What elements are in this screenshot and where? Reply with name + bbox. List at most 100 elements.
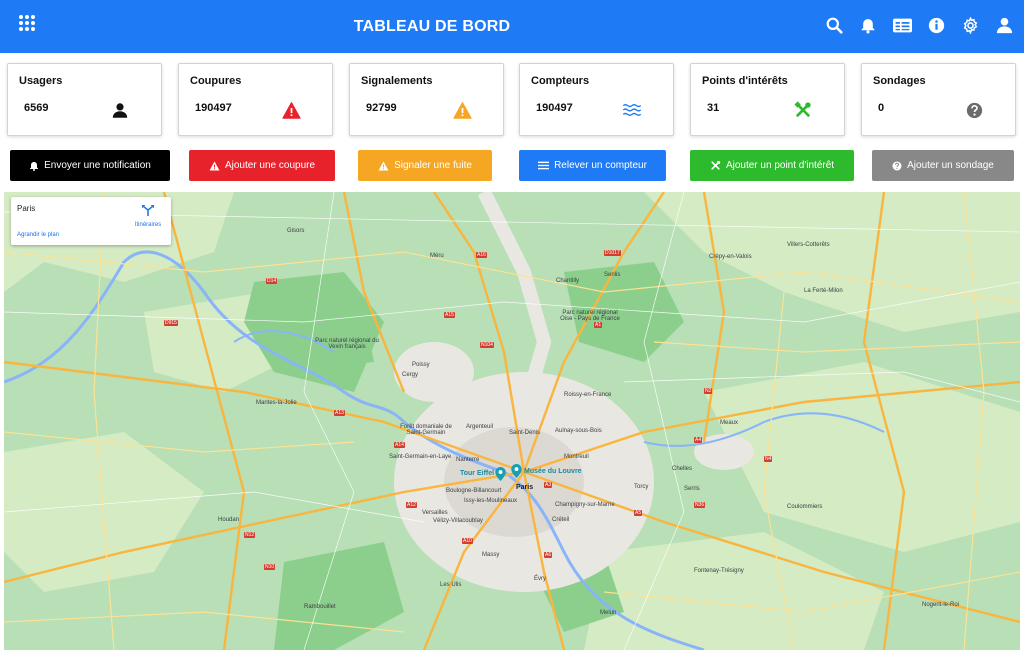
button-label: Relever un compteur — [554, 160, 647, 171]
bars-icon — [538, 161, 550, 170]
map-base — [4, 192, 1020, 650]
map-label: Argenteuil — [466, 424, 494, 430]
tools-icon — [711, 160, 721, 170]
stat-label: Sondages — [873, 75, 926, 87]
road-badge: A15 — [444, 312, 455, 318]
search-icon[interactable] — [824, 15, 844, 35]
road-badge: N10 — [264, 564, 276, 570]
button-label: Signaler une fuite — [394, 160, 472, 171]
apps-grid-icon[interactable] — [19, 15, 35, 31]
road-badge: A1 — [594, 322, 603, 328]
bell-icon[interactable] — [858, 15, 878, 35]
question-icon — [964, 100, 984, 120]
gear-icon[interactable] — [960, 15, 980, 35]
warning-icon — [281, 100, 301, 120]
map-pin-label: Musée du Louvre — [524, 468, 582, 475]
stat-label: Points d'intérêts — [702, 75, 788, 87]
stat-value: 31 — [707, 102, 720, 114]
stat-value: 0 — [878, 102, 885, 114]
road-badge: A12 — [406, 502, 417, 508]
map-label: Parc naturel régional Oise - Pays de Fra… — [560, 310, 620, 322]
map-place-card: Paris Itinéraires Agrandir le plan — [11, 197, 171, 245]
directions-button[interactable]: Itinéraires — [131, 203, 165, 228]
road-badge: A3 — [544, 482, 553, 488]
stat-card-compteurs: Compteurs 190497 — [519, 63, 674, 136]
road-badge: A5 — [634, 510, 643, 516]
road-badge: A13 — [334, 410, 345, 416]
map-label: Boulogne-Billancourt — [446, 488, 502, 494]
info-icon[interactable] — [926, 15, 946, 35]
map-view[interactable]: Paris Argenteuil Saint-Denis Nanterre Bo… — [4, 192, 1020, 650]
map-label: Serris — [684, 486, 700, 492]
map-label: Champigny-sur-Marne — [555, 502, 615, 508]
map-label: Les Ulis — [440, 582, 462, 588]
road-badge: D915 — [164, 320, 178, 326]
map-pin-louvre[interactable] — [511, 464, 522, 483]
road-badge: A6 — [544, 552, 553, 558]
header-actions — [824, 15, 1014, 35]
road-badge: A14 — [394, 442, 405, 448]
map-label: Parc naturel régional du Vexin français — [315, 338, 379, 350]
map-label: Paris — [516, 484, 534, 491]
stat-card-sondages: Sondages 0 — [861, 63, 1016, 136]
map-pin-label: Tour Eiffel — [460, 470, 495, 477]
map-label: Créteil — [552, 517, 570, 523]
enlarge-map-link[interactable]: Agrandir le plan — [17, 232, 59, 238]
map-label: Fontenay-Trésigny — [694, 568, 744, 574]
map-label: Forêt domaniale de Saint-Germain — [400, 424, 452, 436]
stat-value: 6569 — [24, 102, 49, 114]
map-label: Gisors — [287, 228, 305, 234]
road-badge: N12 — [244, 532, 256, 538]
map-label: Villers-Cotterêts — [787, 242, 830, 248]
map-label: Issy-les-Moulineaux — [464, 498, 518, 504]
map-label: Cergy — [402, 372, 419, 378]
stat-card-signalements: Signalements 92799 — [349, 63, 504, 136]
map-label: La Ferté-Milon — [804, 288, 843, 294]
road-badge: N4 — [764, 456, 773, 462]
button-label: Ajouter un sondage — [907, 160, 994, 171]
map-label: Chelles — [672, 466, 693, 472]
directions-icon — [142, 205, 154, 216]
road-badge: N2 — [704, 388, 713, 394]
map-label: Mantes-la-Jolie — [256, 400, 297, 406]
top-bar: TABLEAU DE BORD — [0, 0, 1024, 53]
map-pin-tour-eiffel[interactable] — [495, 467, 506, 486]
warning-icon — [378, 161, 389, 170]
road-badge: D14 — [266, 278, 278, 284]
button-label: Envoyer une notification — [44, 160, 151, 171]
send-notification-button[interactable]: Envoyer une notification — [10, 150, 170, 181]
bell-icon — [30, 161, 39, 171]
report-leak-button[interactable]: Signaler une fuite — [358, 150, 492, 181]
add-outage-button[interactable]: Ajouter une coupure — [189, 150, 335, 181]
road-badge: A10 — [462, 538, 473, 544]
stat-value: 190497 — [195, 102, 232, 114]
stat-card-coupures: Coupures 190497 — [178, 63, 333, 136]
map-label: Aulnay-sous-Bois — [555, 428, 602, 434]
stat-card-points-interets: Points d'intérêts 31 — [690, 63, 845, 136]
map-label: Vélizy-Villacoublay — [433, 518, 483, 524]
read-meter-button[interactable]: Relever un compteur — [519, 150, 666, 181]
map-label: Roissy-en-France — [564, 392, 612, 398]
water-icon — [622, 100, 642, 120]
map-label: Massy — [482, 552, 500, 558]
user-icon — [110, 100, 130, 120]
add-poi-button[interactable]: Ajouter un point d'intérêt — [690, 150, 854, 181]
button-label: Ajouter une coupure — [224, 160, 316, 171]
road-badge: N104 — [480, 342, 494, 348]
stat-value: 92799 — [366, 102, 397, 114]
stat-label: Coupures — [190, 75, 242, 87]
card-icon[interactable] — [892, 15, 912, 35]
map-label: Torcy — [634, 484, 649, 490]
map-label: Saint-Denis — [509, 430, 541, 436]
user-icon[interactable] — [994, 15, 1014, 35]
map-label: Melun — [600, 610, 617, 616]
road-badge: A16 — [476, 252, 487, 258]
stat-label: Usagers — [19, 75, 63, 87]
map-label: Houdan — [218, 517, 240, 523]
map-label: Versailles — [422, 510, 448, 516]
stat-label: Signalements — [361, 75, 433, 87]
road-badge: N36 — [694, 502, 706, 508]
map-label: Poissy — [412, 362, 430, 368]
add-survey-button[interactable]: Ajouter un sondage — [872, 150, 1014, 181]
map-label: Nogent-le-Roi — [922, 602, 960, 608]
